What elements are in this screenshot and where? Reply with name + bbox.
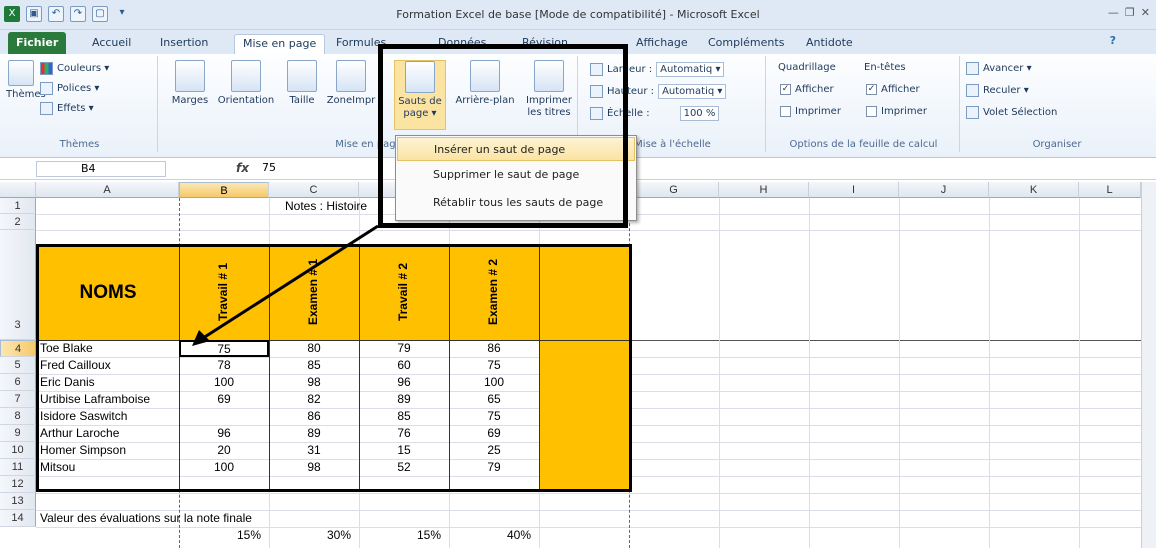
marges-button[interactable]: Marges xyxy=(170,60,210,107)
colors-icon xyxy=(40,62,53,75)
row-header[interactable]: 8 xyxy=(0,408,36,425)
hauteur-select[interactable]: Automatiq ▾ xyxy=(658,84,727,99)
grid-line xyxy=(809,198,810,548)
group-organiser: Avancer ▾ Reculer ▾ Volet Sélection Orga… xyxy=(962,56,1152,152)
selection-pane-icon xyxy=(966,106,979,119)
column-header-g[interactable]: G xyxy=(629,182,719,198)
entetes-imprimer[interactable]: Imprimer xyxy=(866,106,927,117)
quadrillage-imprimer[interactable]: Imprimer xyxy=(780,106,841,117)
table-border xyxy=(36,244,632,492)
row-header[interactable]: 13 xyxy=(0,493,36,510)
fonts-button[interactable]: Polices ▾ xyxy=(40,82,99,95)
entetes-afficher[interactable]: ✓ Afficher xyxy=(866,84,920,95)
grid-line xyxy=(719,198,720,548)
checkbox-icon[interactable] xyxy=(866,106,877,117)
fx-icon[interactable]: fx xyxy=(236,161,249,175)
window-title: Formation Excel de base [Mode de compati… xyxy=(396,8,760,21)
tab-insertion[interactable]: Insertion xyxy=(152,34,216,54)
column-header-i[interactable]: I xyxy=(809,182,899,198)
group-label-themes: Thèmes xyxy=(59,139,100,150)
close-icon[interactable]: ✕ xyxy=(1141,6,1150,19)
cell-e14[interactable]: 40% xyxy=(449,528,531,542)
effects-icon xyxy=(40,102,53,115)
tab-complements[interactable]: Compléments xyxy=(700,34,792,54)
effects-button[interactable]: Effets ▾ xyxy=(40,102,94,115)
tab-accueil[interactable]: Accueil xyxy=(84,34,139,54)
row-header[interactable]: 5 xyxy=(0,357,36,374)
grid-line xyxy=(1079,198,1080,548)
zone-impression-button[interactable]: ZoneImpr xyxy=(326,60,376,107)
print-area-icon xyxy=(336,60,366,92)
reculer-button[interactable]: Reculer ▾ xyxy=(966,84,1029,97)
row-header[interactable]: 1 xyxy=(0,198,36,214)
select-all-corner[interactable] xyxy=(0,182,36,198)
group-label-organiser: Organiser xyxy=(1032,139,1082,150)
row-header[interactable]: 11 xyxy=(0,459,36,476)
grid-line xyxy=(899,198,900,548)
orientation-icon xyxy=(231,60,261,92)
row-header[interactable]: 3 xyxy=(0,230,36,340)
size-icon xyxy=(287,60,317,92)
column-header-j[interactable]: J xyxy=(899,182,989,198)
title-bar: X ▣ ↶ ↷ ▢ ▾ Formation Excel de base [Mod… xyxy=(0,0,1156,30)
quadrillage-afficher[interactable]: ✓ Afficher xyxy=(780,84,834,95)
grid-line xyxy=(36,493,1141,494)
group-options-feuille: Quadrillage En-têtes ✓ Afficher ✓ Afficher… xyxy=(768,56,960,152)
largeur-select[interactable]: Automatiq ▾ xyxy=(656,62,725,77)
checkbox-icon[interactable] xyxy=(780,106,791,117)
row-header[interactable]: 4 xyxy=(0,340,36,357)
group-label-options: Options de la feuille de calcul xyxy=(789,139,938,150)
tab-antidote[interactable]: Antidote xyxy=(798,34,861,54)
column-header-c[interactable]: C xyxy=(269,182,359,198)
checkbox-checked-icon[interactable]: ✓ xyxy=(780,84,791,95)
row-header[interactable]: 9 xyxy=(0,425,36,442)
themes-icon xyxy=(8,60,34,86)
tab-affichage[interactable]: Affichage xyxy=(628,34,696,54)
echelle-spinner[interactable]: 100 % xyxy=(679,106,720,121)
vertical-scrollbar[interactable] xyxy=(1141,182,1156,548)
checkbox-checked-icon[interactable]: ✓ xyxy=(866,84,877,95)
formula-input[interactable]: 75 xyxy=(262,161,276,174)
entetes-label: En-têtes xyxy=(864,62,906,73)
window-controls: — ❐ ✕ xyxy=(1108,6,1150,19)
tab-fichier[interactable]: Fichier xyxy=(8,32,67,54)
bring-forward-icon xyxy=(966,62,979,75)
margins-icon xyxy=(175,60,205,92)
cell-c14[interactable]: 30% xyxy=(269,528,351,542)
column-header-b[interactable]: B xyxy=(179,182,269,198)
column-header-k[interactable]: K xyxy=(989,182,1079,198)
colors-button[interactable]: Couleurs ▾ xyxy=(40,62,109,75)
name-box[interactable]: B4 xyxy=(36,161,166,177)
tab-mise-en-page[interactable]: Mise en page xyxy=(234,34,326,54)
highlight-box xyxy=(378,44,628,228)
cell-b14[interactable]: 15% xyxy=(179,528,261,542)
quadrillage-label: Quadrillage xyxy=(778,62,836,73)
row-header[interactable]: 14 xyxy=(0,510,36,527)
cell-c1[interactable]: Notes : Histoire xyxy=(285,199,367,213)
restore-icon[interactable]: ❐ xyxy=(1125,6,1135,19)
row-header[interactable]: 2 xyxy=(0,214,36,230)
grid-line xyxy=(36,230,1141,231)
column-header-l[interactable]: L xyxy=(1079,182,1141,198)
themes-button[interactable]: Thèmes xyxy=(6,60,46,101)
grid-line xyxy=(989,198,990,548)
column-header-h[interactable]: H xyxy=(719,182,809,198)
orientation-button[interactable]: Orientation xyxy=(214,60,278,107)
row-header[interactable]: 12 xyxy=(0,476,36,493)
help-icon[interactable]: ? xyxy=(1110,34,1116,47)
row-header[interactable]: 10 xyxy=(0,442,36,459)
send-backward-icon xyxy=(966,84,979,97)
avancer-button[interactable]: Avancer ▾ xyxy=(966,62,1032,75)
group-themes: Thèmes Couleurs ▾ Polices ▾ Effets ▾ Thè… xyxy=(2,56,158,152)
cell-d14[interactable]: 15% xyxy=(359,528,441,542)
row-header[interactable]: 6 xyxy=(0,374,36,391)
row-header[interactable]: 7 xyxy=(0,391,36,408)
column-header-a[interactable]: A xyxy=(36,182,179,198)
taille-button[interactable]: Taille xyxy=(282,60,322,107)
volet-selection-button[interactable]: Volet Sélection xyxy=(966,106,1057,119)
fonts-icon xyxy=(40,82,53,95)
minimize-icon[interactable]: — xyxy=(1108,6,1119,19)
cell-a13[interactable]: Valeur des évaluations sur la note final… xyxy=(40,511,252,525)
